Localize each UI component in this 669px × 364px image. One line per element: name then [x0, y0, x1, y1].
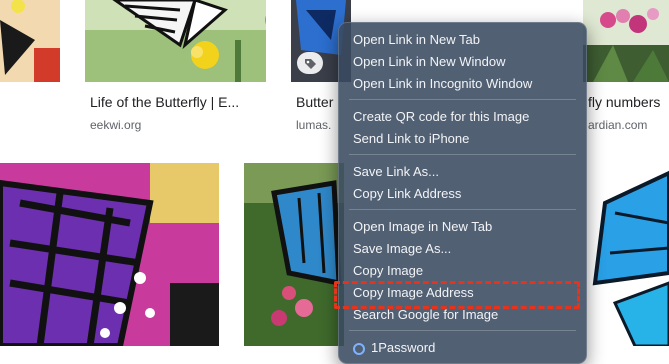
butterfly-image — [244, 163, 344, 346]
context-menu: Open Link in New Tab Open Link in New Wi… — [338, 22, 587, 364]
image-result-thumbnail[interactable] — [585, 163, 669, 346]
menu-item-open-link-new-tab[interactable]: Open Link in New Tab — [353, 30, 480, 50]
butterfly-image — [585, 163, 669, 346]
image-result-thumbnail[interactable] — [244, 163, 344, 346]
menu-item-open-image-new-tab[interactable]: Open Image in New Tab — [353, 217, 492, 237]
tag-icon — [297, 52, 323, 74]
menu-separator — [349, 154, 576, 155]
result-title[interactable]: fly numbers — [588, 94, 669, 110]
butterfly-image — [0, 0, 60, 82]
menu-item-1password[interactable]: 1Password — [353, 338, 435, 358]
menu-separator — [349, 330, 576, 331]
menu-item-open-link-new-window[interactable]: Open Link in New Window — [353, 52, 505, 72]
menu-item-copy-link-address[interactable]: Copy Link Address — [353, 184, 461, 204]
result-source: eekwi.org — [90, 118, 142, 132]
image-result-thumbnail[interactable] — [85, 0, 266, 82]
menu-separator — [349, 99, 576, 100]
image-result-thumbnail[interactable] — [583, 0, 669, 82]
menu-item-save-link-as[interactable]: Save Link As... — [353, 162, 439, 182]
highlight-annotation — [334, 281, 580, 309]
flower-image — [583, 0, 669, 82]
menu-item-send-link-to-iphone[interactable]: Send Link to iPhone — [353, 129, 469, 149]
menu-item-label: 1Password — [371, 340, 436, 355]
result-source: ardian.com — [588, 118, 648, 132]
menu-item-create-qr-code[interactable]: Create QR code for this Image — [353, 107, 529, 127]
menu-item-copy-image[interactable]: Copy Image — [353, 261, 423, 281]
result-title[interactable]: Life of the Butterfly | E... — [90, 94, 280, 110]
result-title[interactable]: Butter — [296, 94, 341, 110]
butterfly-image — [85, 0, 266, 82]
1password-icon — [353, 342, 365, 355]
butterfly-image — [0, 163, 219, 346]
image-result-thumbnail[interactable] — [0, 0, 60, 82]
menu-separator — [349, 209, 576, 210]
menu-item-open-link-incognito[interactable]: Open Link in Incognito Window — [353, 74, 532, 94]
result-source: lumas. — [296, 118, 332, 132]
menu-item-save-image-as[interactable]: Save Image As... — [353, 239, 451, 259]
image-result-thumbnail[interactable] — [0, 163, 219, 346]
